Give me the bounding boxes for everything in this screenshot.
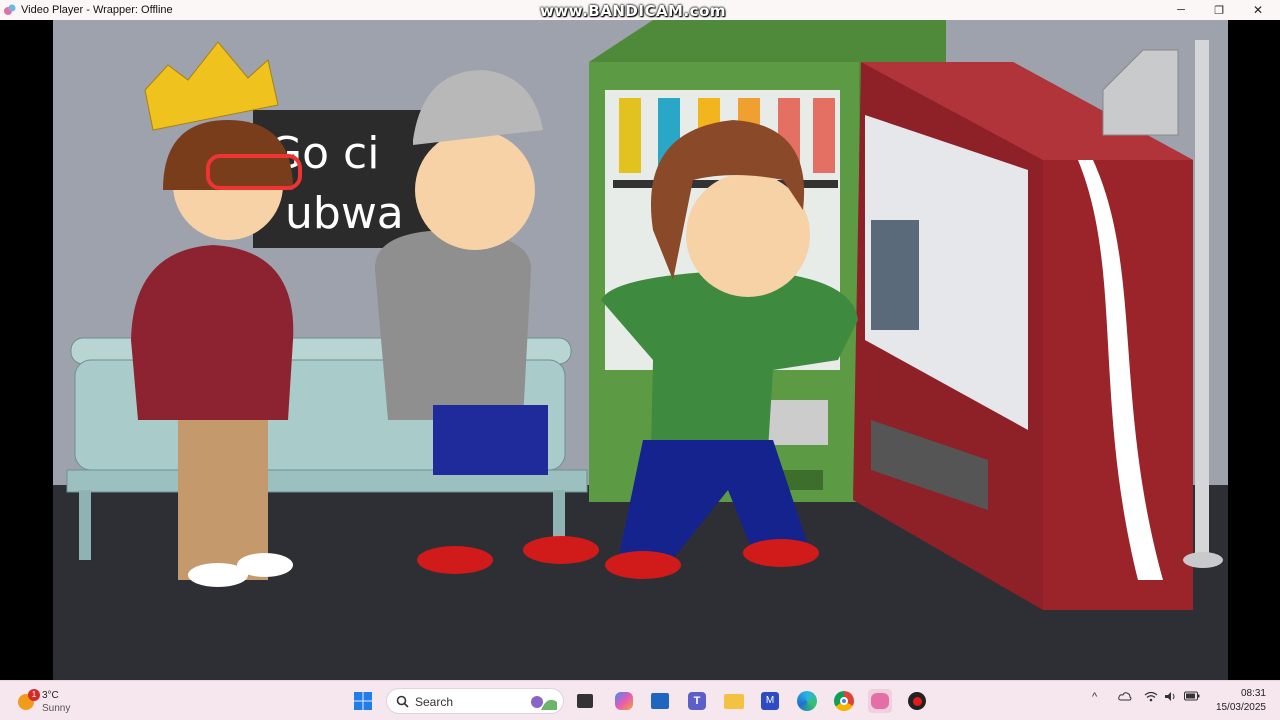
minimize-button[interactable]: ─ [1162,0,1200,20]
sign-text-2: ubwa [285,188,404,239]
cartoon-scene: Go ci ubwa [53,20,1228,680]
maximize-button[interactable]: ❐ [1200,0,1238,20]
volume-icon[interactable] [1164,691,1178,705]
video-area[interactable]: Go ci ubwa [0,20,1280,680]
window-title: Video Player - Wrapper: Offline [21,4,173,16]
store-icon[interactable] [648,689,672,713]
tray-chevron-icon[interactable]: ^ [1092,691,1097,703]
search-input[interactable]: Search [386,688,564,714]
search-label: Search [415,695,454,709]
battery-icon[interactable] [1184,691,1200,704]
weather-widget[interactable]: 1 3°C Sunny [14,686,94,716]
taskbar: 1 3°C Sunny Search T M ^ 08:31 15/03/202… [0,680,1280,720]
wifi-icon[interactable] [1144,691,1158,705]
copilot-icon[interactable] [612,689,636,713]
weather-condition: Sunny [42,703,71,714]
wrapper-icon[interactable] [868,689,892,713]
file-manager-icon[interactable] [573,689,597,713]
bandicam-watermark: www.BANDICAM.com [540,2,727,20]
clock-time: 08:31 [1240,688,1266,699]
weather-temp: 3°C [42,690,59,701]
edge-icon[interactable] [795,689,819,713]
cloud-icon[interactable] [1118,691,1132,704]
app-icon [4,4,16,15]
record-icon[interactable] [905,689,929,713]
red-vending-machine [853,62,1193,610]
system-clock[interactable]: 08:31 15/03/2025 [1206,687,1266,715]
clock-date: 15/03/2025 [1215,702,1266,713]
close-button[interactable]: ✕ [1239,0,1277,20]
scene-illustration: Go ci ubwa [53,20,1228,680]
notification-badge: 1 [28,689,40,701]
editor-icon[interactable]: M [758,689,782,713]
start-icon[interactable] [351,689,375,713]
search-highlight-icon [531,696,557,710]
teams-icon[interactable]: T [685,689,709,713]
folder-icon[interactable] [722,689,746,713]
chrome-icon[interactable] [832,689,856,713]
search-icon [396,695,409,708]
